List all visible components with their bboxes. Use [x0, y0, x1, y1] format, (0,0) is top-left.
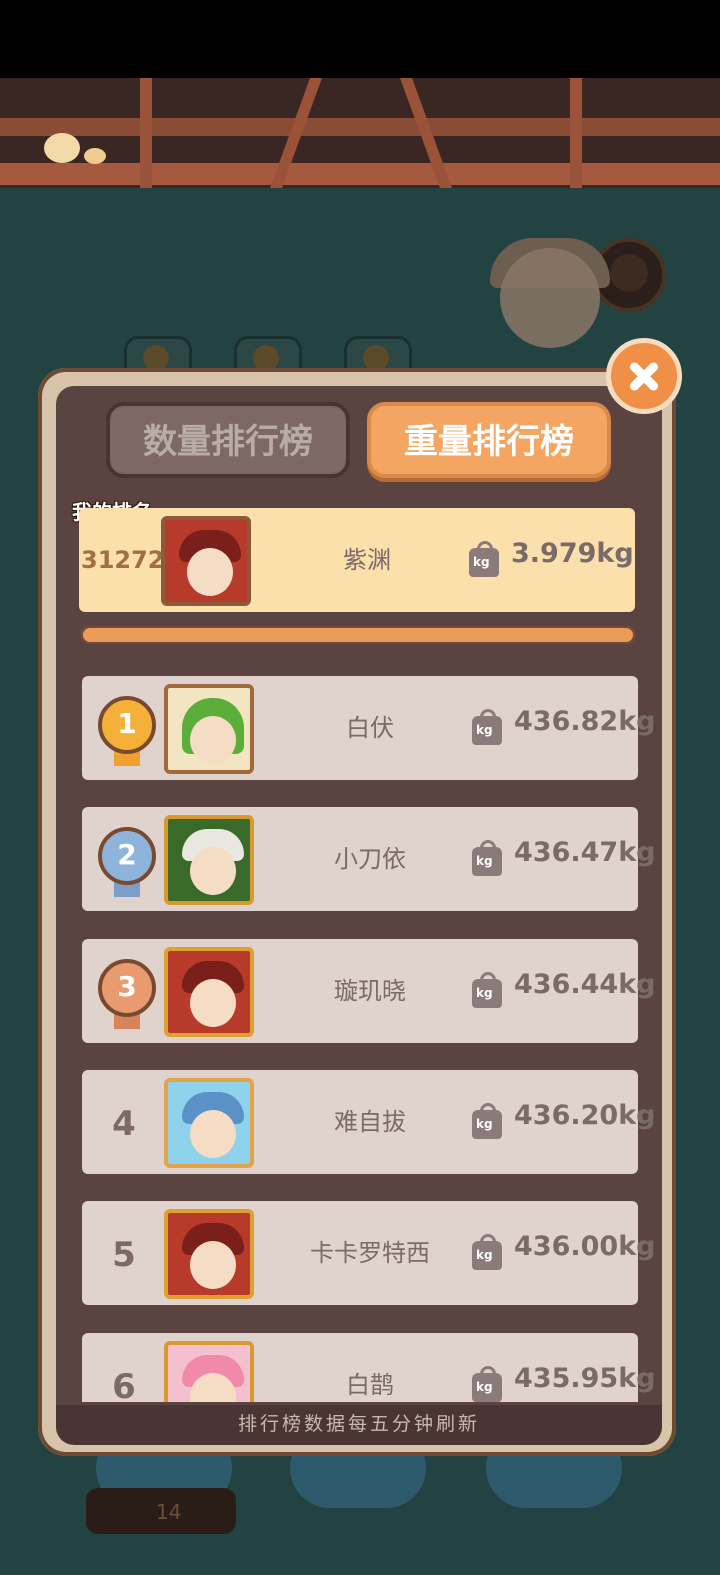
avatar[interactable] [164, 684, 254, 774]
close-button[interactable] [606, 338, 682, 414]
weight-icon: kg [472, 1103, 502, 1139]
divider-bar [81, 626, 635, 644]
weight-icon: kg [472, 1234, 502, 1270]
player-weight: 436.47kg [514, 837, 656, 868]
avatar[interactable] [164, 1078, 254, 1168]
list-item[interactable]: 5 卡卡罗特西 kg 436.00kg [82, 1201, 655, 1305]
player-weight: 435.95kg [514, 1363, 656, 1394]
player-name: 卡卡罗特西 [310, 1239, 430, 1267]
rank-number: 5 [112, 1235, 136, 1275]
avatar[interactable] [164, 1209, 254, 1299]
list-item[interactable]: 3 璇玑晓 kg 436.44kg [82, 939, 655, 1043]
weight-icon: kg [472, 840, 502, 876]
list-item[interactable]: 1 白伏 kg 436.82kg [82, 676, 655, 780]
chick-icon [44, 133, 80, 163]
bronze-medal-icon: 3 [98, 959, 156, 1029]
status-bar [0, 0, 720, 78]
weight-icon: kg [472, 1366, 502, 1402]
rank-number: 4 [112, 1104, 136, 1144]
my-rank-row: 31272 紫渊 kg 3.979kg [79, 508, 635, 612]
weight-icon: kg [472, 972, 502, 1008]
player-name: 白鹊 [346, 1371, 394, 1399]
silver-medal-icon: 2 [98, 827, 156, 897]
roof-beams [0, 78, 720, 188]
player-weight: 3.979kg [511, 538, 634, 569]
my-rank-number: 31272 [81, 546, 165, 574]
npc-head [500, 248, 600, 348]
key-counter: 14 [86, 1488, 236, 1534]
egg-icon [84, 148, 106, 164]
player-name: 白伏 [346, 714, 394, 742]
tab-weight-ranking[interactable]: 重量排行榜 [367, 402, 611, 478]
list-item[interactable]: 2 小刀依 kg 436.47kg [82, 807, 655, 911]
player-weight: 436.00kg [514, 1231, 656, 1262]
player-name: 小刀依 [334, 845, 406, 873]
weight-icon: kg [472, 709, 502, 745]
rank-number: 6 [112, 1367, 136, 1402]
tab-count-ranking[interactable]: 数量排行榜 [106, 402, 350, 478]
player-name: 难自拔 [334, 1108, 406, 1136]
player-weight: 436.20kg [514, 1100, 656, 1131]
player-weight: 436.44kg [514, 969, 656, 1000]
player-name: 璇玑晓 [334, 977, 406, 1005]
player-name: 紫渊 [343, 546, 391, 574]
key-count: 14 [156, 1500, 182, 1524]
list-item[interactable]: 4 难自拔 kg 436.20kg [82, 1070, 655, 1174]
weight-icon: kg [469, 541, 499, 577]
player-weight: 436.82kg [514, 706, 656, 737]
avatar[interactable] [164, 947, 254, 1037]
avatar[interactable] [164, 815, 254, 905]
refresh-note: 排行榜数据每五分钟刷新 [56, 1405, 662, 1445]
ranking-list[interactable]: 1 白伏 kg 436.82kg 2 小刀依 kg 436.47kg 3 璇玑晓… [56, 660, 662, 1402]
list-item[interactable]: 6 白鹊 kg 435.95kg [82, 1333, 655, 1402]
avatar[interactable] [164, 1341, 254, 1402]
avatar[interactable] [161, 516, 251, 606]
gold-medal-icon: 1 [98, 696, 156, 766]
